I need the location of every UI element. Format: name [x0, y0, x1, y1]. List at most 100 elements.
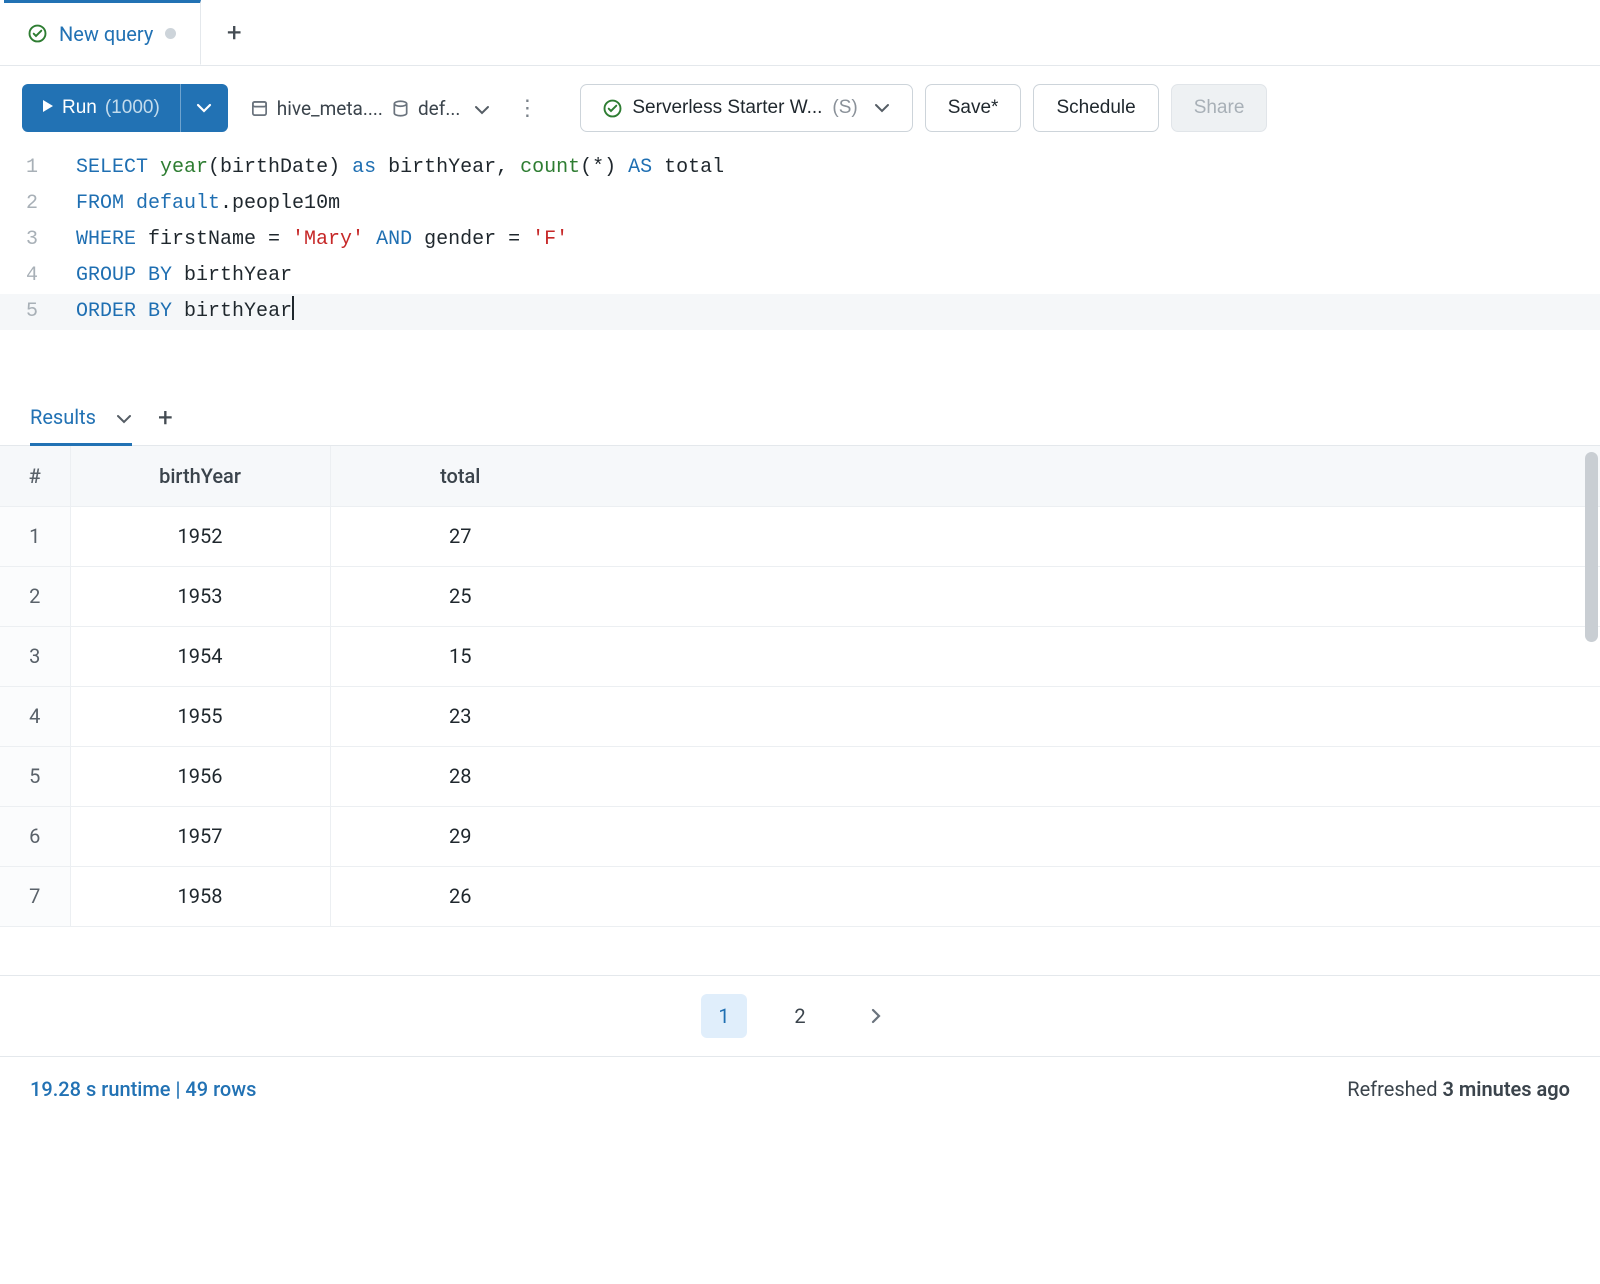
- editor-code[interactable]: ORDER BY birthYear: [56, 294, 1600, 330]
- row-index: 6: [0, 806, 70, 866]
- cell-spacer: [590, 566, 1600, 626]
- editor-code[interactable]: FROM default.people10m: [56, 186, 1600, 222]
- token: [148, 156, 160, 179]
- token: ORDER: [76, 300, 136, 323]
- editor-line[interactable]: 5ORDER BY birthYear: [0, 294, 1600, 330]
- token: AND: [376, 228, 412, 251]
- query-tab-bar: New query +: [0, 0, 1600, 66]
- editor-line[interactable]: 4GROUP BY birthYear: [0, 258, 1600, 294]
- warehouse-selector[interactable]: Serverless Starter W... (S): [580, 84, 912, 132]
- save-label: Save*: [948, 97, 999, 119]
- token: FROM: [76, 192, 124, 215]
- token: as: [352, 156, 376, 179]
- text-cursor: [292, 296, 294, 320]
- col-header-total[interactable]: total: [330, 446, 590, 506]
- catalog-schema-selector[interactable]: hive_meta.... def...: [240, 84, 501, 132]
- cell-birthyear: 1958: [70, 866, 330, 926]
- page-1[interactable]: 1: [701, 994, 747, 1038]
- table-row[interactable]: 7195826: [0, 866, 1600, 926]
- cell-total: 15: [330, 626, 590, 686]
- status-bar: 19.28 s runtime | 49 rows Refreshed 3 mi…: [0, 1056, 1600, 1101]
- editor-code[interactable]: GROUP BY birthYear: [56, 258, 1600, 294]
- editor-line[interactable]: 2FROM default.people10m: [0, 186, 1600, 222]
- tab-new-query[interactable]: New query: [4, 0, 201, 65]
- results-table: # birthYear total 1195227219532531954154…: [0, 446, 1600, 927]
- editor-line[interactable]: 1SELECT year(birthDate) as birthYear, co…: [0, 150, 1600, 186]
- token: GROUP: [76, 264, 136, 287]
- results-panel: # birthYear total 1195227219532531954154…: [0, 446, 1600, 976]
- cell-total: 27: [330, 506, 590, 566]
- token: birthYear: [172, 300, 292, 323]
- schedule-button[interactable]: Schedule: [1033, 84, 1158, 132]
- token: total: [652, 156, 724, 179]
- share-label: Share: [1194, 97, 1245, 119]
- add-tab-button[interactable]: +: [201, 0, 267, 65]
- results-scrollbar[interactable]: [1585, 452, 1598, 642]
- editor-line[interactable]: 3WHERE firstName = 'Mary' AND gender = '…: [0, 222, 1600, 258]
- token: default: [136, 192, 220, 215]
- share-button: Share: [1171, 84, 1268, 132]
- unsaved-dot-icon: [165, 28, 176, 39]
- table-row[interactable]: 1195227: [0, 506, 1600, 566]
- editor-code[interactable]: WHERE firstName = 'Mary' AND gender = 'F…: [56, 222, 1600, 258]
- cell-birthyear: 1957: [70, 806, 330, 866]
- chevron-down-icon: [874, 97, 890, 119]
- row-index: 1: [0, 506, 70, 566]
- token: year: [160, 156, 208, 179]
- token: gender =: [412, 228, 532, 251]
- token: WHERE: [76, 228, 136, 251]
- token: count: [520, 156, 580, 179]
- catalog-icon: [250, 99, 269, 118]
- table-row[interactable]: 2195325: [0, 566, 1600, 626]
- add-result-viz-button[interactable]: +: [158, 403, 173, 433]
- success-icon: [28, 24, 47, 43]
- chevron-down-icon: [116, 405, 132, 429]
- token: AS: [628, 156, 652, 179]
- run-limit: (1000): [105, 97, 160, 119]
- token: [136, 264, 148, 287]
- token: SELECT: [76, 156, 148, 179]
- cell-total: 28: [330, 746, 590, 806]
- row-index: 2: [0, 566, 70, 626]
- table-row[interactable]: 4195523: [0, 686, 1600, 746]
- cell-spacer: [590, 866, 1600, 926]
- run-button-group: Run (1000): [22, 84, 228, 132]
- table-row[interactable]: 3195415: [0, 626, 1600, 686]
- chevron-down-icon: [474, 97, 490, 120]
- table-row[interactable]: 5195628: [0, 746, 1600, 806]
- run-label: Run: [62, 97, 97, 119]
- table-row[interactable]: 6195729: [0, 806, 1600, 866]
- refreshed-status: Refreshed 3 minutes ago: [1347, 1077, 1570, 1101]
- page-next-button[interactable]: [853, 994, 899, 1038]
- token: .people10m: [220, 192, 340, 215]
- col-header-birthyear[interactable]: birthYear: [70, 446, 330, 506]
- schema-label: def...: [418, 97, 460, 120]
- editor-code[interactable]: SELECT year(birthDate) as birthYear, cou…: [56, 150, 1600, 186]
- run-button[interactable]: Run (1000): [22, 84, 180, 132]
- cell-birthyear: 1954: [70, 626, 330, 686]
- save-button[interactable]: Save*: [925, 84, 1022, 132]
- token: [136, 300, 148, 323]
- run-options-button[interactable]: [180, 84, 228, 132]
- token: BY: [148, 264, 172, 287]
- schema-icon: [391, 99, 410, 118]
- col-header-spacer: [590, 446, 1600, 506]
- results-tab[interactable]: Results: [30, 391, 132, 446]
- col-header-index[interactable]: #: [0, 446, 70, 506]
- token: [364, 228, 376, 251]
- token: firstName =: [136, 228, 292, 251]
- play-icon: [42, 97, 54, 119]
- row-index: 4: [0, 686, 70, 746]
- sql-editor[interactable]: 1SELECT year(birthDate) as birthYear, co…: [0, 150, 1600, 390]
- line-number: 3: [0, 222, 56, 258]
- cell-spacer: [590, 806, 1600, 866]
- token: [124, 192, 136, 215]
- refreshed-prefix: Refreshed: [1347, 1077, 1442, 1101]
- page-2[interactable]: 2: [777, 994, 823, 1038]
- results-pagination: 12: [0, 976, 1600, 1056]
- cell-total: 29: [330, 806, 590, 866]
- more-options-button[interactable]: ⋮: [512, 84, 542, 132]
- cell-birthyear: 1956: [70, 746, 330, 806]
- results-tab-bar: Results +: [0, 390, 1600, 446]
- results-tab-label: Results: [30, 405, 96, 429]
